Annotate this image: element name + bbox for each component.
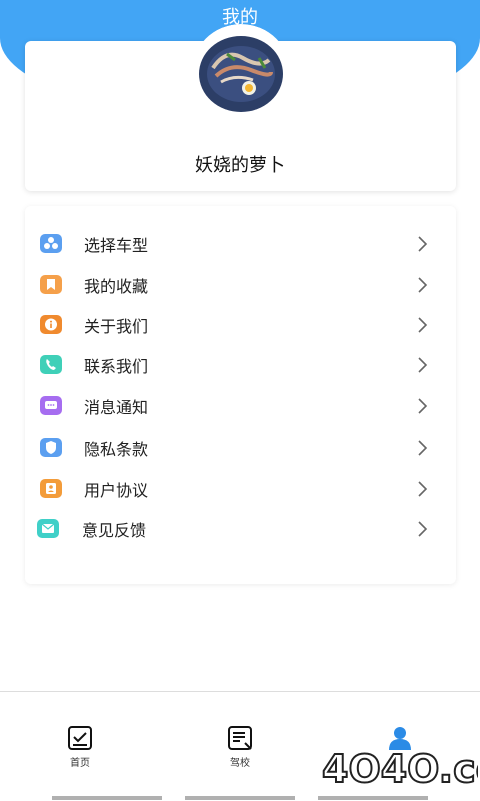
menu-item-about[interactable]: 关于我们 <box>25 307 456 343</box>
username: 妖娆的萝卜 <box>195 155 285 176</box>
menu-label: 我的收藏 <box>84 277 149 296</box>
menu-label: 用户协议 <box>84 481 149 500</box>
menu-item-privacy[interactable]: 隐私条款 <box>25 430 456 466</box>
avatar[interactable] <box>191 24 291 124</box>
tab-driving-school[interactable]: 驾校 <box>210 725 270 769</box>
tab-indicator <box>52 796 162 800</box>
user-agreement-icon <box>40 479 62 498</box>
home-checklist-icon <box>68 726 92 750</box>
menu-item-favorites[interactable]: 我的收藏 <box>25 267 456 303</box>
menu-item-user-agreement[interactable]: 用户协议 <box>25 471 456 507</box>
phone-icon <box>40 355 62 374</box>
bookmark-icon <box>40 275 62 294</box>
chevron-right-icon <box>418 481 428 497</box>
driving-school-icon <box>228 726 252 750</box>
info-icon <box>40 315 62 334</box>
chevron-right-icon <box>418 236 428 252</box>
menu-label: 意见反馈 <box>82 521 147 540</box>
menu-item-feedback[interactable]: 意见反馈 <box>25 511 456 547</box>
menu-label: 消息通知 <box>84 398 149 417</box>
chevron-right-icon <box>418 317 428 333</box>
tab-label: 驾校 <box>230 758 250 769</box>
tab-indicator <box>185 796 295 800</box>
menu-item-contact[interactable]: 联系我们 <box>25 347 456 383</box>
chevron-right-icon <box>418 398 428 414</box>
tab-label: 首页 <box>70 758 90 769</box>
menu-label: 隐私条款 <box>84 440 149 459</box>
chevron-right-icon <box>418 277 428 293</box>
shield-icon <box>40 438 62 457</box>
chevron-right-icon <box>418 440 428 456</box>
watermark-text: 4O4O.com <box>322 747 478 791</box>
message-icon <box>40 396 62 415</box>
menu-item-select-car[interactable]: 选择车型 <box>25 226 456 262</box>
tab-indicator <box>318 796 428 800</box>
menu-item-notifications[interactable]: 消息通知 <box>25 388 456 424</box>
chevron-right-icon <box>418 357 428 373</box>
avatar-image <box>191 24 291 124</box>
car-select-icon <box>40 234 62 253</box>
menu-label: 关于我们 <box>84 317 149 336</box>
mail-icon <box>37 519 59 538</box>
chevron-right-icon <box>418 521 428 537</box>
tab-home[interactable]: 首页 <box>50 725 110 769</box>
menu-label: 选择车型 <box>84 236 149 255</box>
watermark-logo: 4O4O.com <box>321 746 478 792</box>
menu-label: 联系我们 <box>84 357 149 376</box>
